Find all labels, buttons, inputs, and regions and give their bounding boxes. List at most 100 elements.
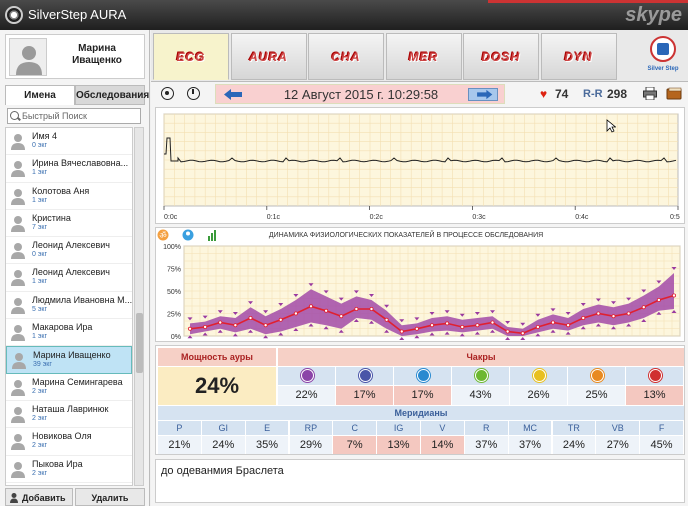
patient-row[interactable]: Марина Семингарева 2 экг	[6, 374, 132, 401]
search-input[interactable]: Быстрый Поиск	[7, 108, 141, 124]
patient-actions: Добавить Удалить	[5, 488, 145, 506]
chakra-value: 22%	[278, 386, 335, 405]
history-icon[interactable]	[187, 87, 200, 100]
dynamics-point	[566, 323, 571, 328]
scrollbar-thumb[interactable]	[136, 313, 143, 373]
chakra-5-icon	[532, 369, 546, 382]
dynamics-point	[188, 326, 193, 331]
tab-aura[interactable]: AURA	[230, 33, 307, 80]
next-record-button[interactable]	[468, 88, 498, 101]
patient-row[interactable]: Леонид Алексевич 0 экг	[6, 237, 132, 265]
dynamics-point	[369, 307, 374, 312]
print-icon[interactable]	[643, 87, 657, 100]
patient-name: Макарова Ира	[32, 322, 93, 333]
meridian-code: MC	[508, 421, 552, 435]
tab-cha[interactable]: CHA	[308, 33, 384, 80]
ecg-x-tick-label: 0:3c	[472, 214, 486, 221]
tab-names[interactable]: Имена	[5, 85, 75, 105]
ecg-x-tick-label: 0:4c	[575, 214, 589, 221]
patient-name: Леонид Алексевич	[32, 267, 110, 278]
patient-row[interactable]: Кристина 7 экг	[6, 210, 132, 238]
tab-dyn[interactable]: DYN	[540, 33, 617, 80]
dynamics-point	[520, 331, 525, 336]
dynamics-plot: 0% 25% 50% 75% 100%	[163, 244, 681, 341]
delete-patient-button[interactable]: Удалить	[75, 488, 145, 506]
tab-ecg[interactable]: ECG	[153, 33, 229, 80]
chakras-title: Чакры	[278, 348, 684, 366]
dynamics-point	[641, 305, 646, 310]
patient-row[interactable]: Саша	[6, 483, 132, 485]
dynamics-point	[505, 329, 510, 334]
meridian-value: 21%	[158, 436, 201, 454]
patient-avatar-icon	[11, 406, 25, 423]
record-icon[interactable]	[161, 87, 174, 100]
dynamics-point	[581, 316, 586, 321]
patient-row[interactable]: Имя 40 экг	[6, 128, 132, 156]
tab-mer[interactable]: MER	[385, 33, 462, 80]
book-icon[interactable]	[666, 87, 682, 100]
om-icon[interactable]: ॐ	[157, 229, 169, 241]
patient-name: Ирина Вячеславовна...	[32, 158, 129, 169]
patient-avatar-icon	[11, 461, 25, 478]
dynamics-point	[308, 304, 313, 309]
dynamics-point	[248, 316, 253, 321]
add-patient-button[interactable]: Добавить	[5, 488, 73, 506]
meridian-code: R	[464, 421, 508, 435]
patient-row[interactable]: Колотова Аня 1 экг	[6, 183, 132, 210]
meridian-code: TR	[552, 421, 596, 435]
patient-list-scrollbar[interactable]	[134, 127, 144, 486]
dynamics-point	[384, 317, 389, 322]
dynamics-point	[218, 320, 223, 325]
patient-row[interactable]: Пыкова Ира 2 экг	[6, 456, 132, 483]
heart-rate-value: 74	[555, 87, 569, 101]
patient-row[interactable]: Макарова Ира 1 экг	[6, 319, 132, 347]
dynamics-point	[475, 323, 480, 328]
patient-row[interactable]: Людмила Ивановна М... 5 экг	[6, 292, 132, 320]
dynamics-point	[490, 320, 495, 325]
patient-ecg-count: 0 экг	[32, 251, 48, 259]
tab-dosh[interactable]: DOSH	[463, 33, 539, 80]
patient-name: Людмила Ивановна М...	[32, 294, 132, 305]
search-placeholder: Быстрый Поиск	[22, 111, 87, 121]
dynamics-point	[293, 311, 298, 316]
patient-row[interactable]: Марина Иващенко 39 экг	[6, 346, 132, 374]
meridian-value: 24%	[552, 436, 596, 454]
patient-name: Имя 4	[32, 131, 58, 141]
ecg-x-tick-label: 0:1c	[267, 214, 281, 221]
notes-text: до одеванмия Браслета	[161, 465, 284, 477]
notes-field[interactable]: до одеванмия Браслета	[155, 459, 685, 503]
tab-exams[interactable]: Обследования	[75, 85, 149, 105]
dynamics-point	[535, 325, 540, 330]
patient-name: Колотова Аня	[32, 185, 90, 196]
patient-ecg-count: 0 экг	[32, 142, 48, 149]
previous-record-button[interactable]	[220, 88, 250, 101]
person-icon[interactable]	[182, 229, 194, 241]
control-bar: 12 Август 2015 г. 10:29:58 ♥ 74 R-R 298	[155, 84, 685, 104]
chakra-header	[452, 367, 509, 385]
dynamics-point	[339, 314, 344, 319]
patient-row[interactable]: Ирина Вячеславовна... 1 экг	[6, 155, 132, 183]
chakra-value: 43%	[452, 386, 509, 405]
patient-row[interactable]: Леонид Алексевич 1 экг	[6, 264, 132, 292]
dynamics-y-tick-label: 0%	[171, 334, 181, 341]
skype-watermark: skype	[625, 4, 682, 26]
patient-avatar-icon	[11, 188, 25, 205]
bars-icon[interactable]	[208, 230, 216, 241]
dynamics-point	[354, 307, 359, 312]
chakra-header	[394, 367, 451, 385]
patient-ecg-count: 39 экг	[33, 361, 52, 369]
patient-list: Имя 40 экг Ирина Вячеславовна... 1 экг Коло…	[5, 127, 133, 486]
patient-row[interactable]: Наташа Лавринюк 2 экг	[6, 401, 132, 429]
chakra-1-icon	[300, 369, 314, 382]
patient-row[interactable]: Новикова Оля 2 экг	[6, 428, 132, 456]
ecg-x-tick-label: 0:5	[670, 214, 680, 221]
dynamics-tools: ॐ	[157, 229, 216, 241]
current-user-card: Марина Иващенко	[5, 34, 145, 79]
dynamics-point	[429, 323, 434, 328]
patient-name: Марина Семингарева	[32, 376, 123, 387]
dynamics-point	[324, 308, 329, 313]
dynamics-point	[414, 326, 419, 331]
dynamics-point	[656, 298, 661, 303]
chakra-7-icon	[648, 369, 662, 382]
aura-power-title: Мощность ауры	[158, 348, 276, 366]
